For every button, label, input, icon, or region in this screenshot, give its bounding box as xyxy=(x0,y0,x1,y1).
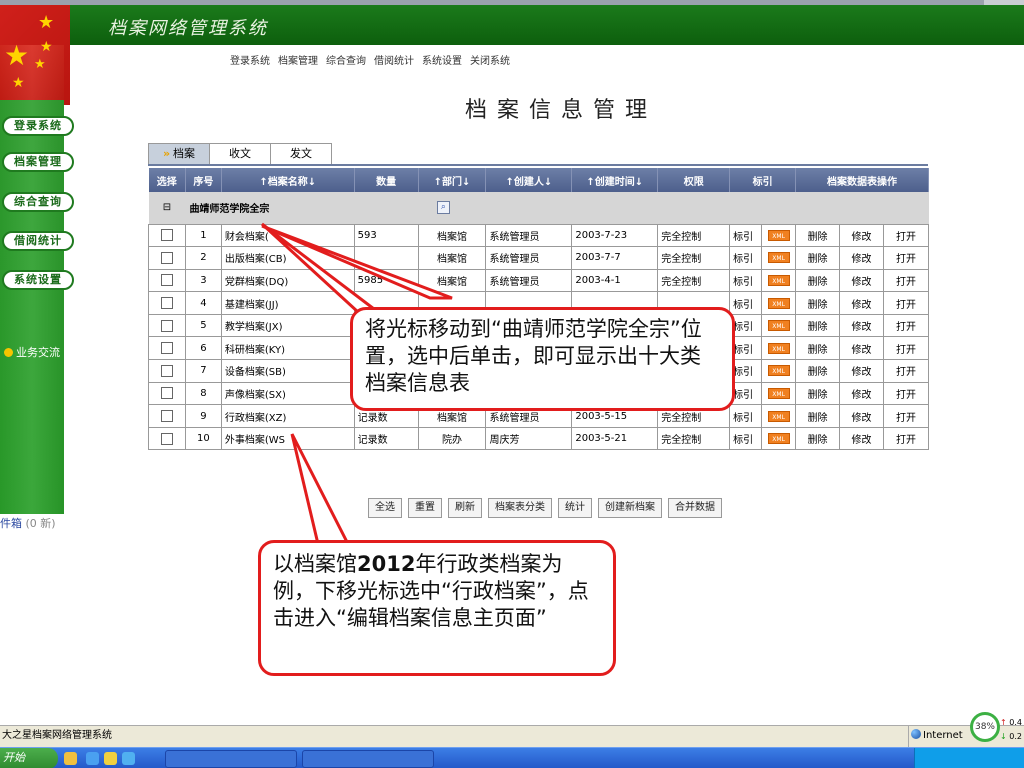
zone-label: Internet xyxy=(923,730,963,741)
screen: 档案网络管理系统 ★ ★ ★ ★ ★ 登录系统 档案管理 综合查询 借阅统计 系… xyxy=(0,0,1024,768)
download-rate: 0.2 xyxy=(1009,732,1022,741)
arrow-up-icon: ↑ xyxy=(1000,718,1007,727)
callout-bottom-prefix: 以档案馆 xyxy=(273,552,357,576)
zone-indicator: Internet xyxy=(908,726,970,748)
taskbar: 开始 xyxy=(0,747,1024,768)
status-bar: 大之星档案网络管理系统 Internet xyxy=(0,725,1024,748)
folder-icon[interactable] xyxy=(104,752,117,765)
arrow-down-icon: ↓ xyxy=(1000,732,1007,741)
callout-top: 将光标移动到“曲靖师范学院全宗”位置，选中后单击，即可显示出十大类档案信息表 xyxy=(350,307,735,411)
taskbar-window-2[interactable] xyxy=(302,750,434,768)
quicklaunch-icon[interactable] xyxy=(64,752,77,765)
start-button[interactable]: 开始 xyxy=(0,748,58,768)
system-tray xyxy=(914,748,1024,768)
taskbar-window-1[interactable] xyxy=(165,750,297,768)
callout-top-text: 将光标移动到“曲靖师范学院全宗”位置，选中后单击，即可显示出十大类档案信息表 xyxy=(365,317,702,395)
network-rates: ↑ 0.4 ↓ 0.2 xyxy=(1000,716,1022,744)
ie-icon[interactable] xyxy=(86,752,99,765)
top-callout-pointer-2 xyxy=(261,224,453,300)
callout-bottom: 以档案馆2012年行政类档案为例，下移光标选中“行政档案”，点击进入“编辑档案信… xyxy=(258,540,616,676)
desktop-icon[interactable] xyxy=(122,752,135,765)
callout-bottom-year: 2012 xyxy=(357,552,416,576)
bottom-callout-pointer xyxy=(290,433,351,546)
upload-rate: 0.4 xyxy=(1009,718,1022,727)
network-gauge: 38% xyxy=(970,712,1000,742)
globe-icon xyxy=(911,729,921,739)
status-text: 大之星档案网络管理系统 xyxy=(2,730,112,741)
